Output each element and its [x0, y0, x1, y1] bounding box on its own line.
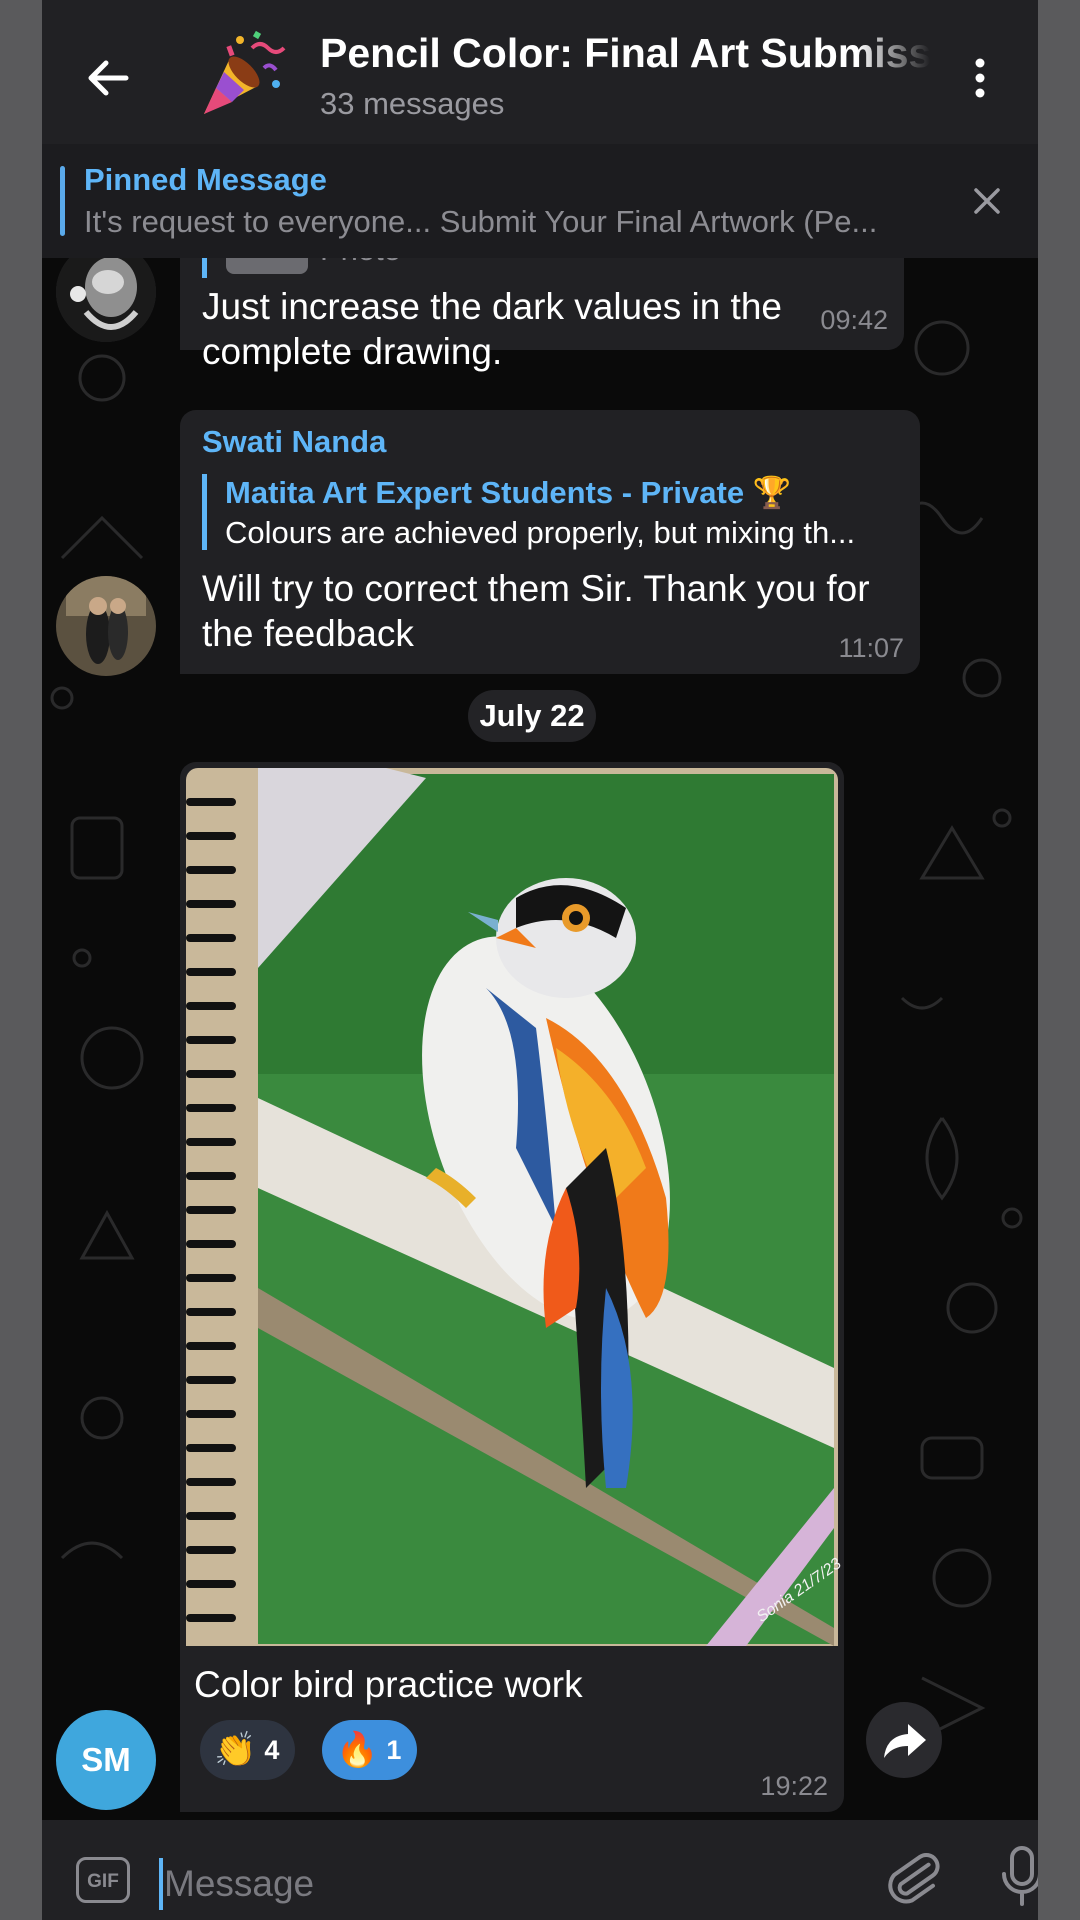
pinned-indicator [60, 166, 65, 236]
paperclip-icon[interactable] [882, 1848, 942, 1908]
reaction-count: 4 [264, 1734, 280, 1765]
photo-caption: Color bird practice work [194, 1664, 583, 1705]
reaction-fire[interactable]: 🔥 1 [322, 1720, 418, 1780]
sender-name[interactable]: Swati Nanda [202, 424, 386, 460]
back-arrow-icon[interactable] [82, 52, 134, 104]
reply-quote[interactable]: Matita Art Expert Students - Private 🏆 C… [202, 474, 905, 550]
date-separator: July 22 [468, 690, 596, 742]
reaction-clap[interactable]: 👏 4 [200, 1720, 296, 1780]
sender-avatar-initials[interactable]: SM [56, 1710, 156, 1810]
chat-header: Pencil Color: Final Art Submission 33 me… [42, 0, 1038, 144]
fire-emoji-icon: 🔥 [336, 1731, 379, 1769]
sender-avatar[interactable] [56, 576, 156, 676]
gif-button[interactable]: GIF [76, 1857, 130, 1903]
photo-message-bubble[interactable]: Sonia 21/7/23 Color bird practice work 👏… [180, 762, 844, 1812]
message-input[interactable] [164, 1856, 704, 1912]
reply-strip [202, 258, 207, 278]
telegram-chat-screen: Pencil Color: Final Art Submission 33 me… [42, 0, 1038, 1920]
party-popper-icon[interactable] [194, 28, 286, 120]
clap-emoji-icon: 👏 [214, 1731, 257, 1769]
pinned-title: Pinned Message [84, 162, 327, 197]
forward-button[interactable] [866, 1702, 942, 1778]
message-bubble[interactable]: Swati Nanda Matita Art Expert Students -… [180, 410, 920, 674]
pinned-preview: It's request to everyone... Submit Your … [84, 204, 878, 239]
message-time: 19:22 [760, 1771, 828, 1801]
reply-label: Photo [320, 258, 401, 268]
message-text: Will try to correct them Sir. Thank you … [202, 568, 870, 654]
bird-artwork-photo[interactable] [186, 768, 838, 1646]
message-text: Just increase the dark values in the com… [202, 286, 782, 372]
avatar-initials: SM [81, 1741, 131, 1778]
pinned-message-bar[interactable]: Pinned Message It's request to everyone.… [42, 144, 1038, 258]
message-time: 11:07 [838, 633, 904, 663]
reply-title: Matita Art Expert Students - Private 🏆 [225, 475, 792, 510]
message-bubble[interactable]: Photo Just increase the dark values in t… [180, 258, 904, 372]
more-vertical-icon[interactable] [970, 58, 990, 98]
close-icon[interactable] [972, 186, 1002, 216]
text-cursor [159, 1858, 163, 1910]
reaction-count: 1 [386, 1734, 402, 1765]
microphone-icon[interactable] [997, 1844, 1038, 1910]
chat-title[interactable]: Pencil Color: Final Art Submission [320, 30, 930, 77]
message-list[interactable]: Photo Just increase the dark values in t… [42, 258, 1038, 1820]
photo-thumbnail [226, 258, 308, 274]
forward-icon [884, 1724, 926, 1758]
message-time: 09:42 [820, 305, 888, 335]
message-count: 33 messages [320, 86, 505, 121]
reply-text: Colours are achieved properly, but mixin… [225, 515, 856, 550]
